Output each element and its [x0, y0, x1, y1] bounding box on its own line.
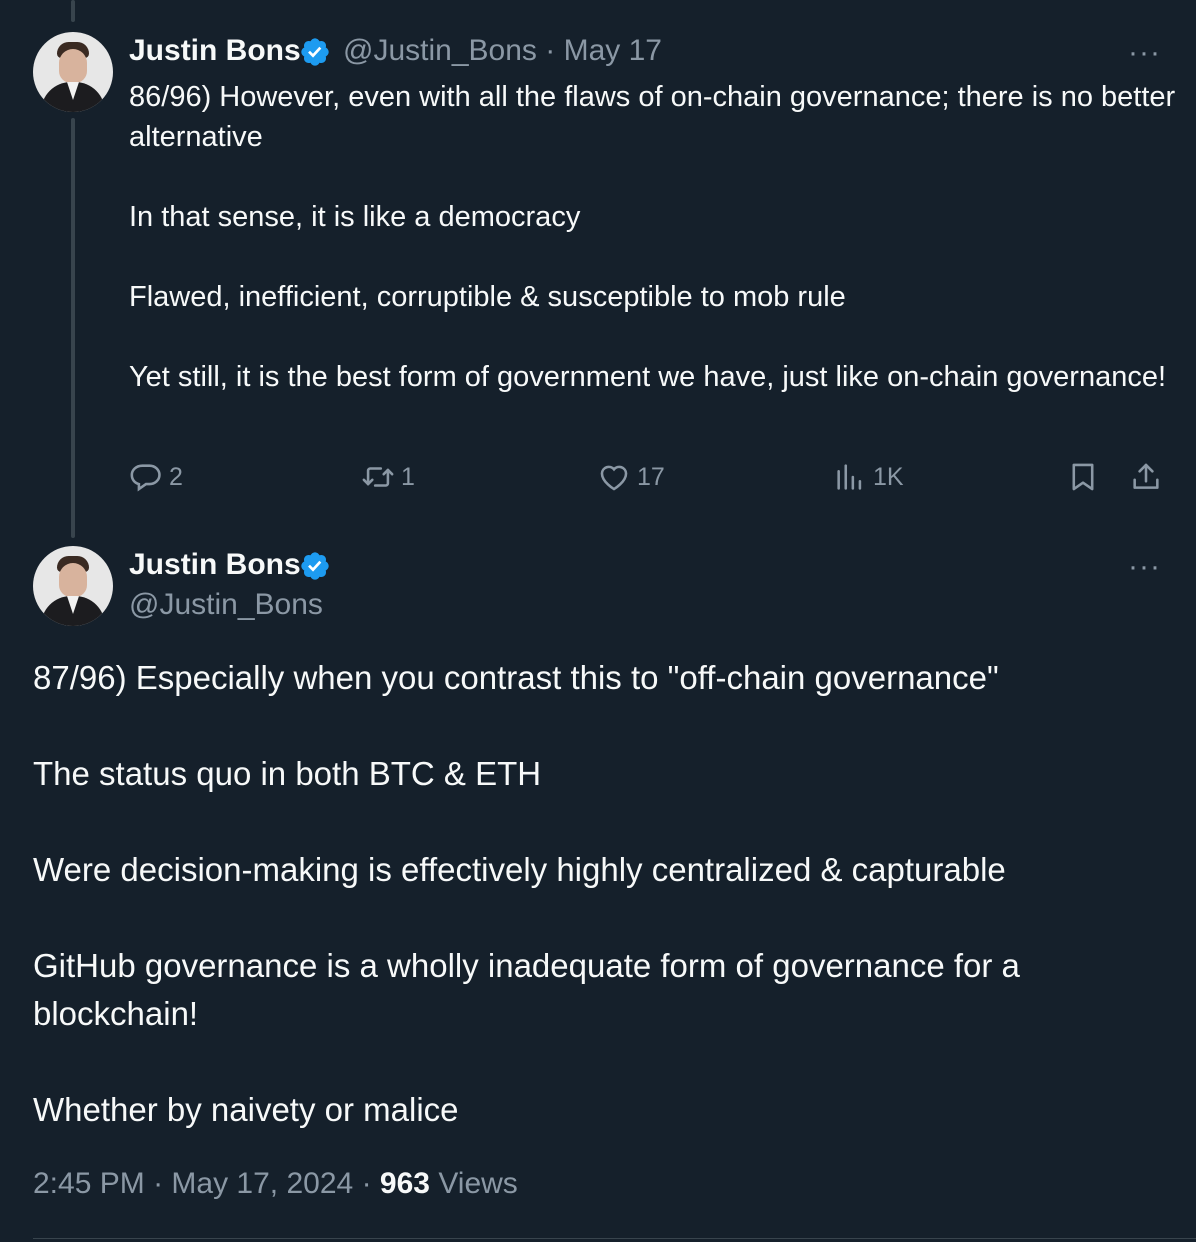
- avatar[interactable]: [33, 32, 113, 112]
- repost-icon: [362, 467, 394, 487]
- separator: ·: [361, 1167, 372, 1200]
- reply-count: 2: [169, 462, 183, 491]
- more-icon[interactable]: ···: [1128, 552, 1161, 582]
- views-count: 1K: [873, 462, 904, 491]
- repost-button[interactable]: 1: [361, 460, 415, 494]
- tweet-time[interactable]: 2:45 PM: [33, 1167, 145, 1200]
- verified-badge-icon: [301, 552, 329, 580]
- tweet-date[interactable]: May 17: [564, 34, 662, 67]
- reply-icon: [130, 464, 161, 492]
- share-icon: [1133, 463, 1159, 489]
- thread-line: [71, 118, 75, 538]
- separator: ·: [545, 34, 556, 67]
- avatar[interactable]: [33, 546, 113, 626]
- tweet-paragraph: Flawed, inefficient, corruptible & susce…: [129, 281, 846, 313]
- more-icon[interactable]: ···: [1128, 38, 1161, 68]
- tweet-paragraph: GitHub governance is a wholly inadequate…: [33, 947, 1020, 1032]
- tweet-paragraph: Whether by naivety or malice: [33, 1091, 459, 1128]
- bookmark-button[interactable]: [1066, 460, 1100, 494]
- bookmark-icon: [1072, 463, 1094, 491]
- like-count: 17: [637, 462, 665, 491]
- views-label: Views: [438, 1167, 518, 1200]
- thread-line-top: [71, 0, 75, 22]
- verified-badge-icon: [301, 38, 329, 66]
- tweet-paragraph: 86/96) However, even with all the flaws …: [129, 81, 1176, 153]
- repost-count: 1: [401, 462, 415, 491]
- divider: [33, 1238, 1196, 1239]
- like-icon: [600, 465, 628, 491]
- tweet-full-date[interactable]: May 17, 2024: [171, 1167, 353, 1200]
- author-name[interactable]: Justin Bons: [129, 548, 301, 582]
- tweet-paragraph: 87/96) Especially when you contrast this…: [33, 659, 999, 696]
- views-number: 963: [379, 1167, 430, 1200]
- share-button[interactable]: [1129, 460, 1163, 494]
- like-button[interactable]: 17: [597, 460, 665, 494]
- tweet-meta: 2:45 PM · May 17, 2024 · 963 Views: [33, 1167, 518, 1201]
- tweet-paragraph: The status quo in both BTC & ETH: [33, 755, 542, 792]
- handle-date: @Justin_Bons · May 17: [343, 34, 662, 68]
- views-icon: [837, 464, 862, 490]
- author-handle[interactable]: @Justin_Bons: [343, 34, 537, 67]
- tweet-text: 86/96) However, even with all the flaws …: [129, 77, 1179, 397]
- tweet-paragraph: Were decision-making is effectively high…: [33, 851, 1006, 888]
- reply-button[interactable]: 2: [129, 460, 183, 494]
- author-handle[interactable]: @Justin_Bons: [129, 588, 323, 622]
- tweet-paragraph: In that sense, it is like a democracy: [129, 201, 581, 233]
- tweet-paragraph: Yet still, it is the best form of govern…: [129, 361, 1167, 393]
- views-button[interactable]: 1K: [833, 460, 904, 494]
- author-name[interactable]: Justin Bons: [129, 34, 301, 68]
- separator: ·: [153, 1167, 164, 1200]
- tweet-text: 87/96) Especially when you contrast this…: [33, 654, 1163, 1134]
- tweet-actions: 2 1 17 1K: [129, 460, 1169, 504]
